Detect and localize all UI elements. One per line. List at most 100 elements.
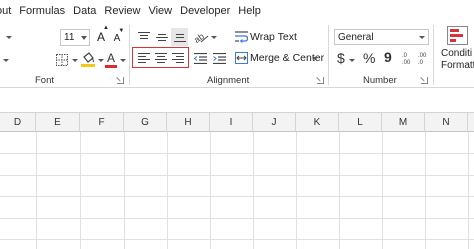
column-gridline <box>36 132 37 249</box>
column-gridline <box>425 132 426 249</box>
svg-text:ab: ab <box>193 31 206 44</box>
alignment-group-label: Alignment <box>207 75 250 86</box>
decrease-indent-button[interactable] <box>192 50 208 66</box>
column-gridline <box>468 132 469 249</box>
font-size-value: 11 <box>64 32 75 43</box>
column-gridline <box>253 132 254 249</box>
number-group-label: Number <box>363 75 397 86</box>
decrease-indent-icon <box>193 52 207 64</box>
column-gridline <box>80 132 81 249</box>
menu-developer[interactable]: Developer <box>176 5 234 17</box>
menu-formulas[interactable]: Formulas <box>15 5 69 17</box>
borders-dropdown-arrow[interactable] <box>0 53 12 67</box>
top-align-icon <box>138 32 150 42</box>
number-format-value: General <box>338 31 374 43</box>
font-dialog-launcher-icon[interactable] <box>117 77 124 84</box>
font-color-dropdown-arrow[interactable] <box>119 56 127 64</box>
worksheet-grid: D E F G H I J K L M N <box>0 112 474 249</box>
conditional-formatting-label-1: Conditi <box>441 48 473 59</box>
conditional-formatting-button[interactable]: Conditi Formatt <box>441 26 474 74</box>
font-name-dropdown-arrow[interactable] <box>2 31 16 43</box>
ribbon-separator <box>433 25 434 85</box>
ribbon-separator <box>328 25 329 85</box>
number-format-dropdown-icon <box>419 36 425 39</box>
column-gridline <box>382 132 383 249</box>
wrap-text-button[interactable]: Wrap Text <box>250 31 297 43</box>
column-header-d[interactable]: D <box>0 113 36 132</box>
font-size-dropdown-icon <box>81 36 87 40</box>
orientation-button[interactable]: ab <box>192 29 210 45</box>
bottom-align-icon <box>173 32 186 43</box>
menu-layout[interactable]: out <box>0 5 15 17</box>
column-header-g[interactable]: G <box>124 113 167 132</box>
font-color-label: A <box>106 51 115 65</box>
number-format-dropdown[interactable]: General <box>334 29 429 45</box>
column-gridline <box>167 132 168 249</box>
ribbon: 11 A ▲ A ▼ A Font ab Wrap Text Merge & C… <box>0 21 474 88</box>
wrap-text-icon-button[interactable] <box>233 29 249 45</box>
decrease-font-icon: A ▼ <box>113 27 125 44</box>
font-size-input[interactable]: 11 <box>60 29 90 46</box>
font-color-bar-icon <box>105 65 117 68</box>
menu-data[interactable]: Data <box>69 5 100 17</box>
orientation-dropdown-arrow[interactable] <box>210 33 218 41</box>
column-header-k[interactable]: K <box>296 113 339 132</box>
currency-format-button[interactable]: $ <box>337 50 345 66</box>
ribbon-separator <box>129 25 130 85</box>
decrease-decimal-button[interactable]: .00 .0 <box>416 50 430 66</box>
increase-indent-icon <box>212 52 226 64</box>
svg-text:.0: .0 <box>418 60 424 65</box>
column-header-i[interactable]: I <box>210 113 253 132</box>
font-group-label: Font <box>35 75 55 86</box>
borders-more-arrow[interactable] <box>71 56 79 64</box>
conditional-formatting-label-2: Formatt <box>441 60 474 71</box>
borders-icon <box>56 54 68 66</box>
menu-review[interactable]: Review <box>100 5 144 17</box>
increase-font-size-button[interactable]: A ▲ <box>94 25 109 45</box>
menu-bar: out Formulas Data Review View Developer … <box>0 0 474 21</box>
menu-view[interactable]: View <box>144 5 176 17</box>
comma-style-button[interactable]: 9 <box>384 49 392 65</box>
percent-style-button[interactable]: % <box>363 50 375 66</box>
column-header-n[interactable]: N <box>425 113 468 132</box>
svg-text:.0: .0 <box>402 53 408 59</box>
middle-align-button[interactable] <box>154 29 170 45</box>
row-gridline <box>0 239 474 240</box>
cell-area[interactable] <box>0 132 474 249</box>
increase-font-icon: A ▲ <box>96 25 109 44</box>
column-header-e[interactable]: E <box>36 113 80 132</box>
row-gridline <box>0 175 474 176</box>
fill-color-button[interactable] <box>80 50 96 70</box>
column-gridline <box>124 132 125 249</box>
bottom-align-button[interactable] <box>171 28 188 46</box>
font-color-button[interactable]: A <box>103 50 119 70</box>
merge-center-icon <box>234 52 248 64</box>
svg-text:.00: .00 <box>418 53 427 59</box>
column-gridline <box>296 132 297 249</box>
decrease-decimal-icon: .00 .0 <box>418 53 427 65</box>
row-gridline <box>0 153 474 154</box>
alignment-dialog-launcher-icon[interactable] <box>317 77 324 84</box>
column-gridline <box>210 132 211 249</box>
excel-window: out Formulas Data Review View Developer … <box>0 0 474 249</box>
merge-center-dropdown-arrow[interactable] <box>311 54 319 62</box>
currency-dropdown-arrow[interactable] <box>348 56 356 64</box>
middle-align-icon <box>156 32 168 42</box>
menu-help[interactable]: Help <box>234 5 265 17</box>
borders-button[interactable] <box>54 52 70 68</box>
column-header-j[interactable]: J <box>253 113 296 132</box>
decrease-font-size-button[interactable]: A ▼ <box>110 27 125 46</box>
svg-text:.00: .00 <box>402 60 411 65</box>
conditional-formatting-icon <box>447 26 468 45</box>
top-align-button[interactable] <box>136 29 152 45</box>
number-dialog-launcher-icon[interactable] <box>421 77 428 84</box>
increase-decimal-icon: .0 .00 <box>402 53 411 65</box>
column-header-f[interactable]: F <box>80 113 124 132</box>
increase-indent-button[interactable] <box>211 50 227 66</box>
column-header-m[interactable]: M <box>382 113 425 132</box>
column-header-h[interactable]: H <box>167 113 210 132</box>
merge-center-icon-button[interactable] <box>233 50 249 66</box>
alignment-highlight-box <box>132 47 189 68</box>
increase-decimal-button[interactable]: .0 .00 <box>400 50 414 66</box>
column-header-l[interactable]: L <box>339 113 382 132</box>
